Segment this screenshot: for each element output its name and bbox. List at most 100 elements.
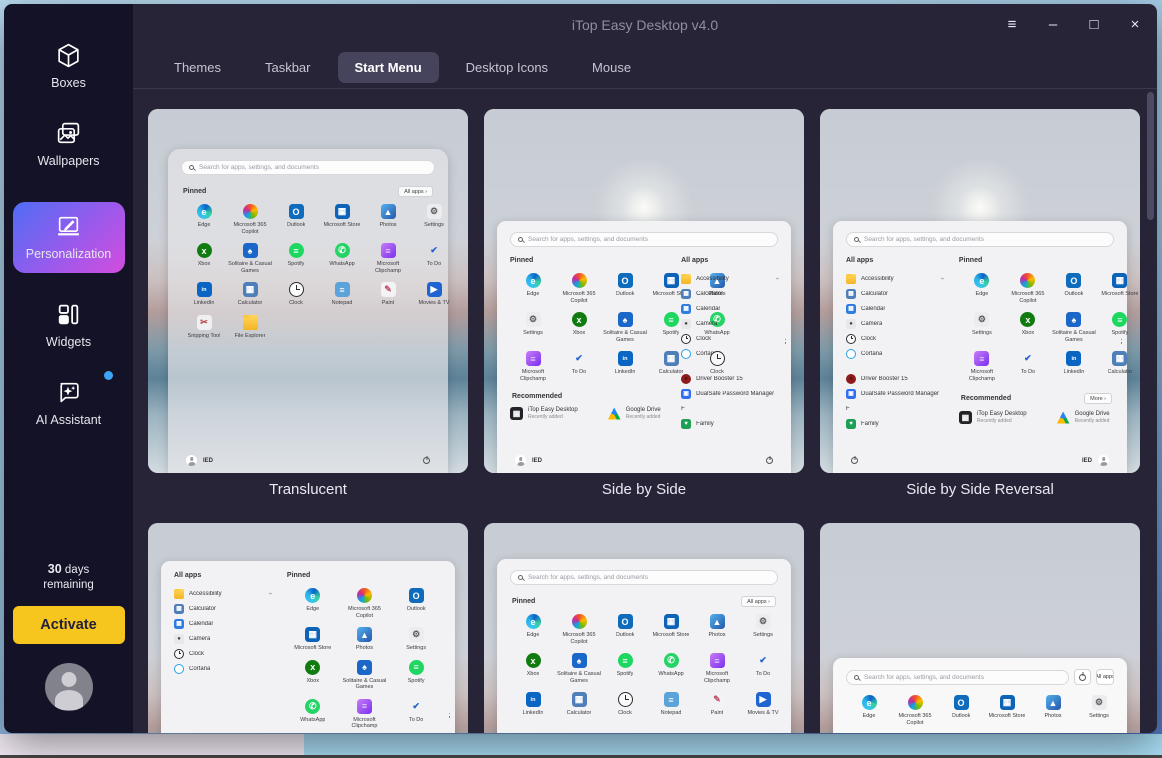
app-tile-xbox: xXbox bbox=[181, 243, 227, 274]
calendar-icon: ▦ bbox=[681, 304, 691, 314]
all-apps-row-camera: ●Camera bbox=[681, 318, 778, 329]
app-tile-label: Microsoft Store bbox=[324, 222, 361, 229]
app-tile-edge: eEdge bbox=[181, 204, 227, 235]
all-apps-label: All apps bbox=[174, 572, 271, 579]
app-tile-notepad: ≡Notepad bbox=[648, 692, 694, 717]
all-apps-item-label: Camera bbox=[861, 321, 882, 327]
style-card-side-by-side-reversal[interactable]: Search for apps, settings, and documents… bbox=[820, 109, 1140, 499]
all-apps-list: Accessibility›▦Calculator▦Calendar●Camer… bbox=[681, 273, 778, 429]
sidebar-item-wallpapers[interactable]: Wallpapers bbox=[13, 120, 125, 168]
spotify-icon: ≡ bbox=[409, 660, 424, 675]
main-area: iTop Easy Desktop v4.0 ≡–□× ThemesTaskba… bbox=[133, 4, 1157, 733]
app-tile-label: Clock bbox=[289, 300, 303, 307]
tab-desktop-icons[interactable]: Desktop Icons bbox=[449, 52, 565, 83]
app-tile-whatsapp: ✆WhatsApp bbox=[290, 699, 336, 730]
all-apps-item-label: Clock bbox=[189, 651, 204, 657]
app-tile-edge: eEdge bbox=[290, 588, 336, 619]
sidebar-item-ai-assistant[interactable]: AI Assistant bbox=[13, 379, 125, 427]
itop-easy-desktop-icon: ▦ bbox=[510, 407, 523, 420]
pinned-label: Pinned bbox=[183, 188, 206, 195]
recommended-header-row: Recommended More › bbox=[961, 393, 1112, 404]
all-apps-item-label: DualSafe Password Manager bbox=[696, 391, 774, 397]
scrollbar-thumb[interactable] bbox=[1147, 92, 1154, 220]
app-tile-microsoft-clipchamp: ≡Microsoft Clipchamp bbox=[959, 351, 1005, 382]
app-tile-label: Spotify bbox=[663, 330, 680, 337]
sidebar-item-widgets[interactable]: Widgets bbox=[13, 301, 125, 349]
linkedin-icon: in bbox=[1066, 351, 1081, 366]
pinned-apps-grid: eEdgeMicrosoft 365 CopilotOOutlook▦Micro… bbox=[846, 695, 1114, 726]
all-apps-label: All apps bbox=[681, 257, 778, 264]
power-icon bbox=[423, 457, 430, 464]
tab-taskbar[interactable]: Taskbar bbox=[248, 52, 328, 83]
microsoft-store-icon: ▦ bbox=[1000, 695, 1015, 710]
photos-icon: ▲ bbox=[357, 627, 372, 642]
preview-search-bar: Search for apps, settings, and documents bbox=[181, 160, 435, 175]
notepad-icon: ≡ bbox=[664, 692, 679, 707]
app-tile-label: Photos bbox=[379, 222, 396, 229]
chevron-down-icon: › bbox=[266, 592, 273, 594]
start-menu-preview: Search for apps, settings, and documents… bbox=[148, 109, 468, 473]
tab-start-menu[interactable]: Start Menu bbox=[338, 52, 439, 83]
chevron-down-icon: › bbox=[773, 277, 780, 279]
trial-remaining-text: 30 daysremaining bbox=[43, 562, 94, 593]
whatsapp-icon: ✆ bbox=[335, 243, 350, 258]
app-tile-edge: eEdge bbox=[510, 273, 556, 304]
maximize-button[interactable]: □ bbox=[1086, 17, 1102, 33]
driver-booster-15-icon: ● bbox=[846, 374, 856, 384]
user-avatar[interactable] bbox=[45, 663, 93, 711]
sidebar-item-label: Boxes bbox=[51, 76, 86, 90]
app-tile-microsoft-365-copilot: Microsoft 365 Copilot bbox=[341, 588, 387, 619]
style-card-translucent[interactable]: Search for apps, settings, and documents… bbox=[148, 109, 468, 499]
style-card-row2-2[interactable]: Search for apps, settings, and documents… bbox=[484, 523, 804, 733]
search-placeholder: Search for apps, settings, and documents bbox=[864, 674, 984, 681]
edge-icon: e bbox=[305, 588, 320, 603]
recommended-items: ▦iTop Easy DesktopRecently addedGoogle D… bbox=[510, 407, 665, 420]
outlook-icon: O bbox=[289, 204, 304, 219]
app-tile-label: Outlook bbox=[952, 713, 971, 720]
all-apps-row-calendar: ▦Calendar bbox=[681, 303, 778, 314]
wallpaper-icon bbox=[55, 120, 82, 147]
app-tile-label: Settings bbox=[753, 632, 773, 639]
all-apps-item-label: Calendar bbox=[861, 306, 885, 312]
app-tile-solitaire-casual-games: ♠Solitaire & Casual Games bbox=[1051, 312, 1097, 343]
solitaire-casual-games-icon: ♠ bbox=[1066, 312, 1081, 327]
menu-button[interactable]: ≡ bbox=[1004, 17, 1020, 33]
app-tile-to-do: ✔To Do bbox=[740, 653, 786, 684]
solitaire-casual-games-icon: ♠ bbox=[572, 653, 587, 668]
app-tile-settings: ⚙Settings bbox=[411, 204, 457, 235]
sidebar-item-personalization[interactable]: Personalization bbox=[13, 202, 125, 273]
calculator-icon: ▦ bbox=[243, 282, 258, 297]
app-tile-photos: ▲Photos bbox=[365, 204, 411, 235]
scroll-dots bbox=[449, 711, 451, 720]
recommended-item-name: iTop Easy Desktop bbox=[977, 411, 1027, 417]
sidebar-item-boxes[interactable]: Boxes bbox=[13, 42, 125, 90]
minimize-button[interactable]: – bbox=[1045, 17, 1061, 33]
edge-icon: e bbox=[197, 204, 212, 219]
app-tile-label: Solitaire & Casual Games bbox=[227, 261, 273, 274]
app-tile-spotify: ≡Spotify bbox=[1097, 312, 1140, 343]
app-tile-microsoft-365-copilot: Microsoft 365 Copilot bbox=[556, 273, 602, 304]
recommended-item-google-drive: Google DriveRecently added bbox=[1057, 411, 1110, 424]
tab-themes[interactable]: Themes bbox=[157, 52, 238, 83]
ai-assistant-icon bbox=[55, 379, 82, 406]
recommended-label: Recommended bbox=[961, 395, 1011, 402]
all-apps-item-label: Camera bbox=[189, 636, 210, 642]
app-tile-label: Movies & TV bbox=[418, 300, 449, 307]
spotify-icon: ≡ bbox=[1112, 312, 1127, 327]
outlook-icon: O bbox=[409, 588, 424, 603]
pinned-header-row: PinnedAll apps › bbox=[512, 596, 776, 607]
style-card-side-by-side[interactable]: Search for apps, settings, and documents… bbox=[484, 109, 804, 499]
more-button: More › bbox=[1084, 393, 1112, 404]
app-tile-paint: ✎Paint bbox=[694, 692, 740, 717]
app-tile-label: Photos bbox=[356, 645, 373, 652]
activate-button[interactable]: Activate bbox=[13, 606, 125, 644]
microsoft-store-icon: ▦ bbox=[664, 273, 679, 288]
close-button[interactable]: × bbox=[1127, 17, 1143, 33]
clock-icon bbox=[710, 351, 725, 366]
style-card-row2-3[interactable]: Search for apps, settings, and documents… bbox=[820, 523, 1140, 733]
app-tile-label: Microsoft Store bbox=[1101, 291, 1138, 298]
style-card-row2-1[interactable]: PinnedeEdgeMicrosoft 365 CopilotOOutlook… bbox=[148, 523, 468, 733]
to-do-icon: ✔ bbox=[427, 243, 442, 258]
tab-mouse[interactable]: Mouse bbox=[575, 52, 648, 83]
start-menu-panel: Search for apps, settings, and documents… bbox=[833, 658, 1127, 733]
